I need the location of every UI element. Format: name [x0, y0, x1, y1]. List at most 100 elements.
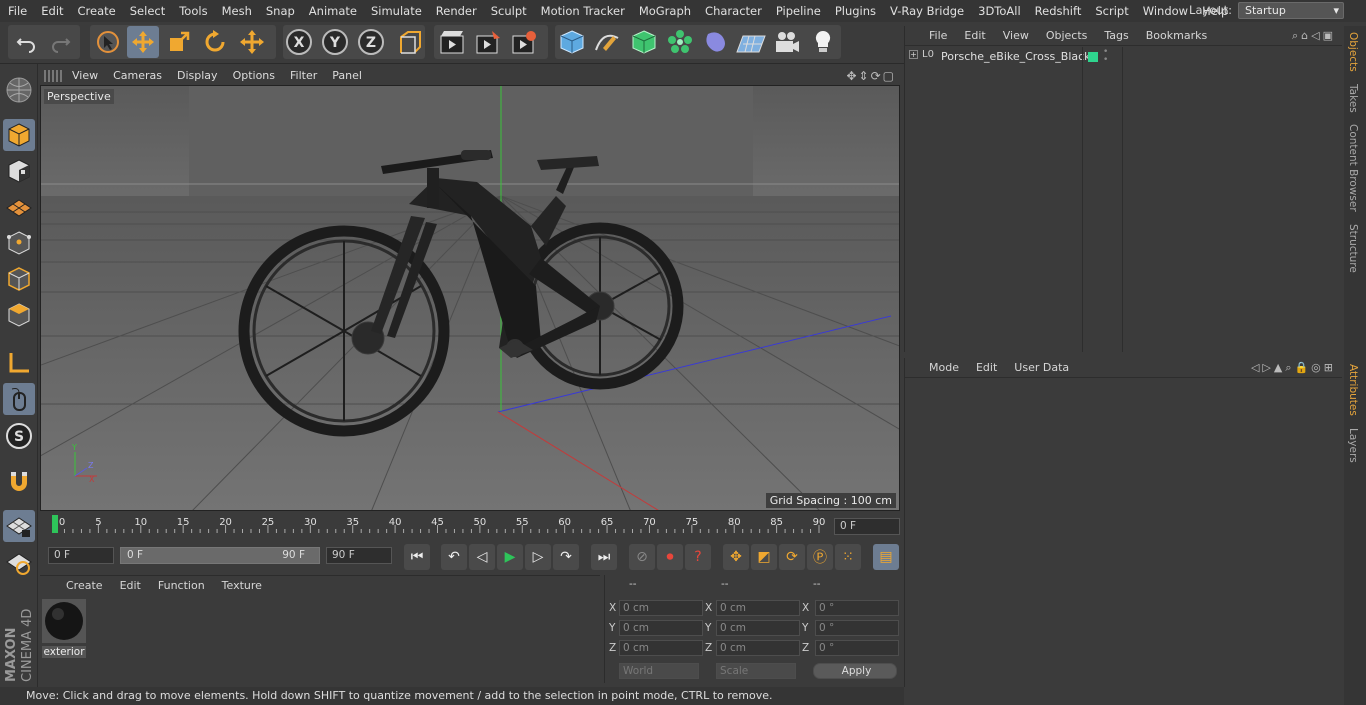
attr-menu-user-data[interactable]: User Data	[1014, 361, 1069, 374]
make-editable-icon[interactable]	[3, 74, 35, 106]
size-z-field[interactable]: 0 cm	[716, 640, 800, 656]
lock-workplane-icon[interactable]	[3, 510, 35, 542]
menu-motion-tracker[interactable]: Motion Tracker	[541, 4, 625, 18]
rotation-p-field[interactable]: 0 °	[815, 620, 899, 636]
previous-frame-icon[interactable]: ◁	[469, 544, 495, 570]
points-mode-icon[interactable]	[3, 227, 35, 259]
menu-file[interactable]: File	[8, 4, 27, 18]
go-to-start-icon[interactable]: ⏮	[404, 544, 430, 570]
position-z-field[interactable]: 0 cm	[619, 640, 703, 656]
layout-select[interactable]: Startup	[1238, 2, 1344, 19]
menu-create[interactable]: Create	[78, 4, 116, 18]
next-key-icon[interactable]: ↷	[553, 544, 579, 570]
position-x-field[interactable]: 0 cm	[619, 600, 703, 616]
recent-tool-icon[interactable]	[236, 26, 268, 58]
model-mode-icon[interactable]	[3, 119, 35, 151]
rotation-h-field[interactable]: 0 °	[815, 600, 899, 616]
menu-mograph[interactable]: MoGraph	[639, 4, 691, 18]
viewport-menu-display[interactable]: Display	[177, 69, 218, 82]
menu-sculpt[interactable]: Sculpt	[491, 4, 527, 18]
y-axis-icon[interactable]: Y	[319, 26, 351, 58]
menu-tools[interactable]: Tools	[179, 4, 207, 18]
tweak-mode-icon[interactable]	[3, 383, 35, 415]
timeline-window-icon[interactable]: ▤	[873, 544, 899, 570]
viewport-menu-view[interactable]: View	[72, 69, 98, 82]
floor-icon[interactable]	[735, 26, 767, 58]
visibility-dots-icon[interactable]: • •	[1103, 48, 1108, 65]
z-axis-icon[interactable]: Z	[355, 26, 387, 58]
axis-mode-icon[interactable]	[3, 347, 35, 379]
menu-select[interactable]: Select	[130, 4, 165, 18]
keyframe-selection-icon[interactable]: ?	[685, 544, 711, 570]
tab-takes[interactable]: Takes	[1347, 84, 1359, 113]
scale-icon[interactable]	[163, 26, 195, 58]
key-scale-icon[interactable]: ◩	[751, 544, 777, 570]
menu-edit[interactable]: Edit	[41, 4, 63, 18]
cube-icon[interactable]	[556, 26, 588, 58]
timeline-ruler[interactable]: 0 5 10 15 20 25 30 35 40 45 50 55 60 65 70 75 80 85 90	[40, 513, 902, 535]
menu-mesh[interactable]: Mesh	[222, 4, 252, 18]
cloner-icon[interactable]	[664, 26, 696, 58]
menu-render[interactable]: Render	[436, 4, 477, 18]
menu-redshift[interactable]: Redshift	[1035, 4, 1082, 18]
object-menu-view[interactable]: View	[1003, 29, 1029, 42]
object-menu-objects[interactable]: Objects	[1046, 29, 1088, 42]
edges-mode-icon[interactable]	[3, 263, 35, 295]
expand-icon[interactable]: +	[909, 50, 918, 59]
viewport-nav-icons[interactable]: ✥⇕⟳▢	[846, 69, 896, 83]
position-y-field[interactable]: 0 cm	[619, 620, 703, 636]
record-keys-icon[interactable]: ⊘	[629, 544, 655, 570]
menu-animate[interactable]: Animate	[309, 4, 357, 18]
redo-icon[interactable]	[45, 26, 77, 58]
object-menu-tags[interactable]: Tags	[1104, 29, 1128, 42]
autokey-icon[interactable]: ⏺	[657, 544, 683, 570]
key-position-icon[interactable]: ✥	[723, 544, 749, 570]
object-color-tag[interactable]	[1088, 52, 1098, 62]
menu-simulate[interactable]: Simulate	[371, 4, 422, 18]
snap-mode-icon[interactable]: S	[3, 420, 35, 452]
attribute-nav-icons[interactable]: ◁▷▲⌕🔒◎⊞	[1251, 361, 1336, 375]
texture-mode-icon[interactable]	[3, 155, 35, 187]
coord-size-mode-select[interactable]: Scale	[716, 663, 796, 679]
attr-menu-mode[interactable]: Mode	[929, 361, 959, 374]
object-menu-file[interactable]: File	[929, 29, 947, 42]
size-y-field[interactable]: 0 cm	[716, 620, 800, 636]
previous-key-icon[interactable]: ↶	[441, 544, 467, 570]
rotate-icon[interactable]	[199, 26, 231, 58]
edit-render-settings-icon[interactable]	[508, 26, 540, 58]
start-frame-field[interactable]: 0 F	[48, 547, 114, 564]
move-icon[interactable]	[127, 26, 159, 58]
material-menu-create[interactable]: Create	[66, 579, 103, 592]
camera-icon[interactable]	[771, 26, 803, 58]
planar-workplane-icon[interactable]	[3, 546, 35, 578]
viewport-menu-cameras[interactable]: Cameras	[113, 69, 162, 82]
object-menu-bookmarks[interactable]: Bookmarks	[1146, 29, 1207, 42]
material-menu-edit[interactable]: Edit	[120, 579, 141, 592]
3d-viewport[interactable]: Y X Z	[40, 85, 900, 511]
live-selection-icon[interactable]	[92, 26, 124, 58]
tab-attributes[interactable]: Attributes	[1347, 364, 1359, 416]
playhead[interactable]	[52, 515, 58, 533]
key-pla-icon[interactable]: ⁙	[835, 544, 861, 570]
attr-menu-edit[interactable]: Edit	[976, 361, 997, 374]
material-swatch[interactable]: exterior	[42, 599, 86, 658]
render-view-icon[interactable]	[436, 26, 468, 58]
polygons-mode-icon[interactable]	[3, 299, 35, 331]
play-icon[interactable]: ▶	[497, 544, 523, 570]
key-rotation-icon[interactable]: ⟳	[779, 544, 805, 570]
apply-button[interactable]: Apply	[813, 663, 897, 679]
current-frame-field[interactable]: 0 F	[834, 518, 900, 535]
object-manager-nav-icons[interactable]: ⌕⌂◁▣	[1292, 29, 1336, 43]
viewport-menu-panel[interactable]: Panel	[332, 69, 362, 82]
rotation-b-field[interactable]: 0 °	[815, 640, 899, 656]
coordinate-system-icon[interactable]	[393, 26, 425, 58]
frame-range-slider[interactable]: 0 F 90 F	[120, 547, 320, 564]
menu-pipeline[interactable]: Pipeline	[776, 4, 821, 18]
render-picture-viewer-icon[interactable]	[472, 26, 504, 58]
tab-objects[interactable]: Objects	[1347, 32, 1359, 72]
object-row[interactable]: + L0 Porsche_eBike_Cross_Black • •	[905, 48, 1343, 66]
size-x-field[interactable]: 0 cm	[716, 600, 800, 616]
pen-spline-icon[interactable]	[591, 26, 623, 58]
next-frame-icon[interactable]: ▷	[525, 544, 551, 570]
light-icon[interactable]	[807, 26, 839, 58]
